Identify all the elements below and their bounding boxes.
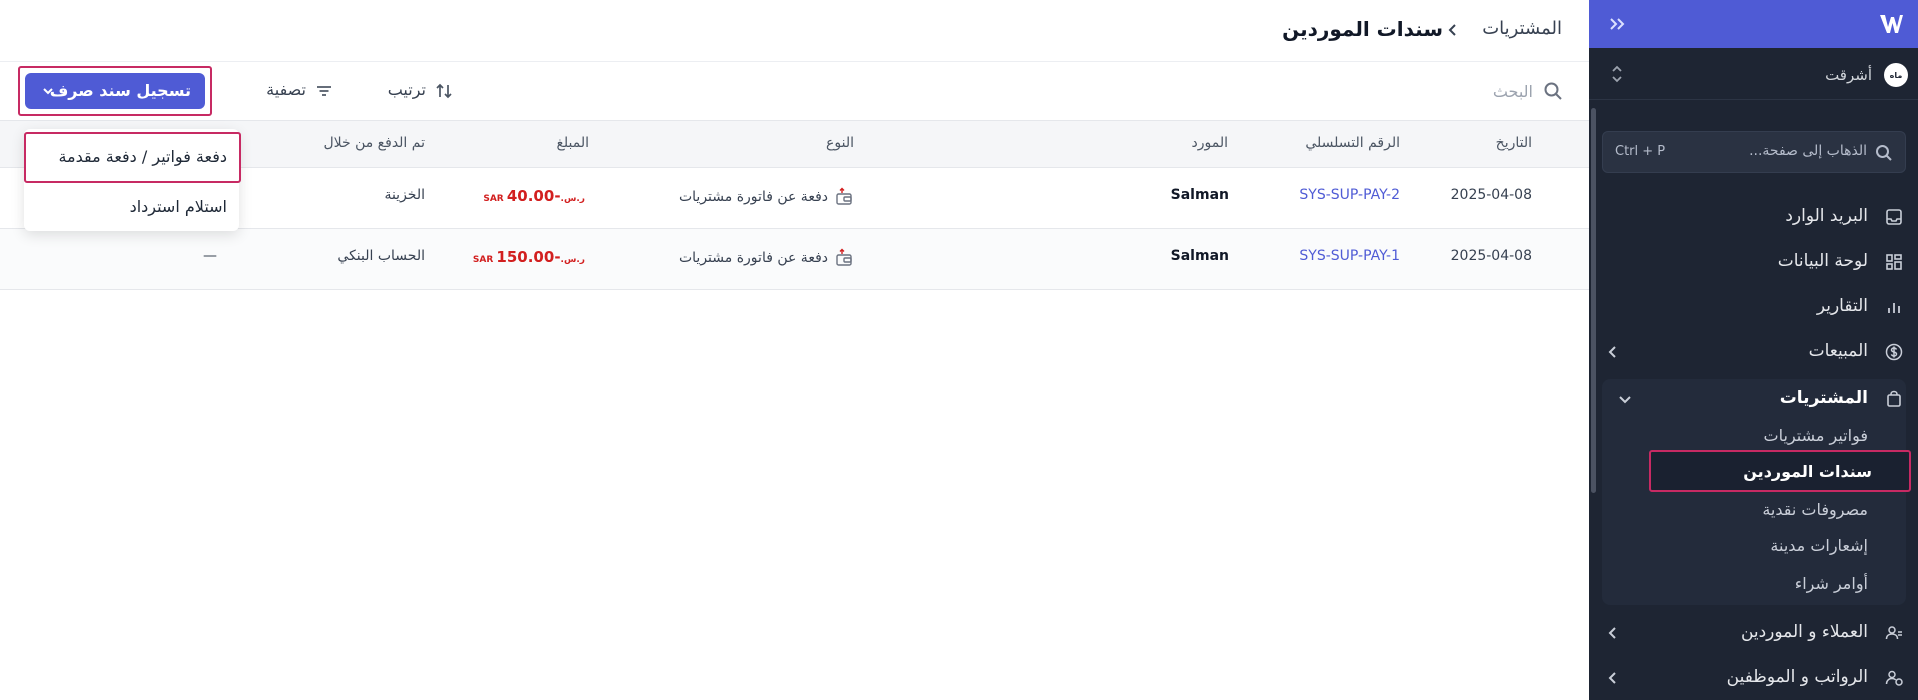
filter-icon	[317, 86, 331, 96]
sidebar-subitem-cash-expenses[interactable]: مصروفات نقدية	[1602, 493, 1906, 527]
sidebar-subitem-label: أوامر شراء	[1794, 574, 1868, 593]
column-header-supplier[interactable]: المورد	[1192, 135, 1228, 151]
search-icon	[1876, 145, 1892, 161]
cell-extra: —	[203, 248, 217, 264]
cell-type-label: دفعة عن فاتورة مشتريات	[678, 250, 828, 266]
column-header-serial[interactable]: الرقم التسلسلي	[1305, 135, 1400, 151]
breadcrumb-parent[interactable]: المشتريات	[1482, 18, 1562, 39]
sidebar-search-placeholder: الذهاب إلى صفحة...	[1749, 143, 1867, 159]
keyboard-shortcut: Ctrl + P	[1615, 144, 1666, 159]
page-title: سندات الموردين	[1282, 17, 1443, 41]
sidebar-item-label: البريد الوارد	[1785, 206, 1868, 226]
sort-arrows-icon	[436, 83, 452, 99]
cell-supplier: Salman	[1170, 187, 1229, 203]
dashboard-icon	[1886, 254, 1902, 270]
cell-serial-link[interactable]: SYS-SUP-PAY-1	[1299, 248, 1400, 264]
sidebar-item-inbox[interactable]: البريد الوارد	[1589, 197, 1918, 237]
cell-type: دفعة عن فاتورة مشتريات	[679, 187, 854, 207]
organization-switcher[interactable]: ماه أشرقت	[1589, 48, 1918, 100]
chevron-left-icon	[1608, 627, 1616, 639]
cell-serial-link[interactable]: SYS-SUP-PAY-2	[1299, 187, 1400, 203]
sidebar-item-sales[interactable]: المبيعات	[1589, 332, 1918, 372]
search-icon	[1544, 82, 1562, 100]
cell-date: 2025-04-08	[1450, 187, 1532, 203]
column-header-amount[interactable]: المبلغ	[556, 135, 589, 151]
menu-item-label: استلام استرداد	[129, 197, 227, 216]
purchases-group: المشتريات فواتير مشتريات سندات الموردين …	[1602, 379, 1911, 605]
sidebar-item-label: العملاء و الموردين	[1740, 622, 1868, 642]
menu-item-invoice-advance-payment[interactable]: دفعة فواتير / دفعة مقدمة	[24, 132, 241, 183]
primary-button-label: تسجيل سند صرف	[49, 81, 191, 100]
cell-date: 2025-04-08	[1450, 248, 1532, 264]
sidebar-item-reports[interactable]: التقارير	[1589, 287, 1918, 327]
chevron-left-icon	[1448, 24, 1456, 36]
amount-value: -150.00	[496, 248, 561, 266]
cell-type-label: دفعة عن فاتورة مشتريات	[678, 189, 828, 205]
collapse-sidebar-icon[interactable]	[1607, 13, 1629, 35]
sidebar-item-contacts[interactable]: العملاء و الموردين	[1589, 613, 1918, 653]
cell-paid-via: الحساب البنكي	[337, 248, 425, 264]
register-payment-voucher-button[interactable]: تسجيل سند صرف	[25, 73, 205, 109]
table-row[interactable]: 2025-04-08 SYS-SUP-PAY-1 Salman دفعة عن …	[0, 229, 1589, 290]
sidebar-subitem-label: إشعارات مدينة	[1770, 536, 1868, 555]
filter-button[interactable]: تصفية	[258, 78, 334, 104]
sidebar-subitem-supplier-vouchers[interactable]: سندات الموردين	[1649, 450, 1911, 492]
sidebar-item-purchases[interactable]: المشتريات	[1589, 379, 1918, 419]
sidebar-subitem-purchase-orders[interactable]: أوامر شراء	[1602, 567, 1906, 601]
sidebar-item-label: المشتريات	[1779, 388, 1868, 408]
app-logo-icon[interactable]	[1878, 12, 1904, 36]
wallet-out-icon	[836, 187, 852, 205]
sidebar: ماه أشرقت الذهاب إلى صفحة... Ctrl + P ال…	[1589, 0, 1918, 700]
sidebar-subitem-debit-notes[interactable]: إشعارات مدينة	[1602, 529, 1906, 563]
users-icon	[1885, 626, 1902, 640]
sidebar-item-label: المبيعات	[1808, 341, 1868, 361]
sidebar-scrollbar[interactable]	[1591, 108, 1596, 493]
chevron-down-icon	[43, 88, 53, 95]
voucher-type-dropdown: دفعة فواتير / دفعة مقدمة استلام استرداد	[24, 129, 241, 231]
chevron-left-icon	[1608, 346, 1616, 358]
sidebar-item-label: الرواتب و الموظفين	[1726, 667, 1868, 687]
shopping-bag-icon	[1887, 390, 1901, 407]
chevron-up-down-icon	[1612, 65, 1622, 83]
filter-label: تصفية	[266, 80, 306, 99]
dollar-circle-icon	[1885, 343, 1903, 361]
cell-supplier: Salman	[1170, 248, 1229, 264]
highlight-frame: تسجيل سند صرف	[18, 66, 212, 116]
menu-item-receive-refund[interactable]: استلام استرداد	[24, 185, 239, 231]
sidebar-item-payroll[interactable]: الرواتب و الموظفين	[1589, 658, 1918, 698]
page-header: المشتريات سندات الموردين	[0, 0, 1589, 62]
cell-amount: SAR ر.س.-150.00	[473, 248, 589, 266]
menu-item-label: دفعة فواتير / دفعة مقدمة	[58, 147, 227, 166]
column-header-date[interactable]: التاريخ	[1496, 135, 1532, 151]
org-avatar: ماه	[1884, 63, 1908, 87]
sidebar-item-dashboard[interactable]: لوحة البيانات	[1589, 242, 1918, 282]
chevron-left-icon	[1608, 672, 1616, 684]
chevron-down-icon	[1619, 396, 1631, 404]
sidebar-item-label: التقارير	[1816, 296, 1868, 316]
cell-amount: SAR ر.س.-40.00	[483, 187, 589, 205]
sidebar-subitem-label: مصروفات نقدية	[1762, 500, 1868, 519]
sidebar-top-bar	[1589, 0, 1918, 48]
inbox-icon	[1886, 209, 1902, 225]
wallet-out-icon	[836, 248, 852, 266]
sidebar-search[interactable]: الذهاب إلى صفحة... Ctrl + P	[1602, 131, 1906, 173]
sidebar-subitem-purchase-invoices[interactable]: فواتير مشتريات	[1602, 419, 1906, 453]
org-name: أشرقت	[1825, 66, 1872, 84]
toolbar: ترتيب تصفية تسجيل سند صرف	[0, 62, 1589, 120]
column-header-type[interactable]: النوع	[826, 135, 854, 151]
search-input[interactable]	[1373, 75, 1533, 107]
sort-label: ترتيب	[387, 80, 426, 99]
sidebar-subitem-label: فواتير مشتريات	[1763, 426, 1868, 445]
cell-paid-via: الخزينة	[384, 187, 425, 203]
user-money-icon	[1885, 670, 1903, 686]
sort-button[interactable]: ترتيب	[378, 78, 454, 104]
column-header-paid-via[interactable]: تم الدفع من خلال	[323, 135, 425, 151]
cell-type: دفعة عن فاتورة مشتريات	[679, 248, 854, 268]
amount-value: -40.00	[506, 187, 561, 205]
sidebar-item-label: لوحة البيانات	[1777, 251, 1868, 271]
bar-chart-icon	[1888, 303, 1900, 313]
sidebar-subitem-label: سندات الموردين	[1743, 462, 1872, 481]
